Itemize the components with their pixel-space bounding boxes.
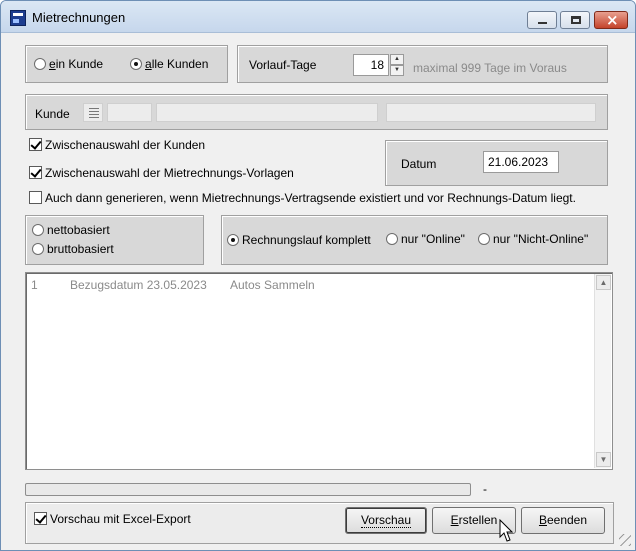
radio-net-basis-label[interactable]: nettobasiert — [47, 223, 110, 237]
excel-export-label[interactable]: Vorschau mit Excel-Export — [50, 512, 191, 526]
select-customers-checkbox[interactable] — [29, 138, 42, 151]
lead-days-panel: Vorlauf-Tage 18 ▲ ▼ maximal 999 Tage im … — [237, 45, 608, 83]
select-customers-label[interactable]: Zwischenauswahl der Kunden — [45, 138, 205, 152]
preview-button[interactable]: Vorschau — [345, 507, 427, 534]
radio-net-basis[interactable] — [32, 224, 44, 236]
invoice-run-panel: Rechnungslauf komplett nur "Online" nur … — [221, 215, 608, 265]
radio-run-online[interactable] — [386, 233, 398, 245]
excel-export-checkbox[interactable] — [34, 512, 47, 525]
select-templates-label[interactable]: Zwischenauswahl der Mietrechnungs-Vorlag… — [45, 166, 294, 180]
radio-all-customers[interactable] — [130, 58, 142, 70]
customer-row-panel: Kunde — [25, 94, 608, 130]
generate-anyway-checkbox[interactable] — [29, 191, 42, 204]
lead-days-label: Vorlauf-Tage — [249, 58, 317, 72]
scroll-down-arrow-icon[interactable]: ▼ — [596, 452, 611, 467]
maximize-icon — [571, 16, 581, 24]
close-button[interactable]: × — [594, 11, 628, 29]
customer-lookup-button[interactable] — [83, 103, 103, 122]
window-title: Mietrechnungen — [32, 10, 126, 25]
list-item-date: Bezugsdatum 23.05.2023 — [70, 278, 207, 292]
radio-run-complete[interactable] — [227, 234, 239, 246]
maximize-button[interactable] — [560, 11, 590, 29]
progress-label: - — [483, 482, 487, 496]
lead-days-up-button[interactable]: ▲ — [390, 54, 404, 65]
radio-run-complete-label[interactable]: Rechnungslauf komplett — [242, 233, 371, 247]
lead-days-hint: maximal 999 Tage im Voraus — [413, 61, 567, 75]
radio-all-customers-label[interactable]: alle Kunden — [145, 57, 208, 71]
window: Mietrechnungen × ein Kunde alle Kunden V… — [0, 0, 636, 551]
radio-gross-basis[interactable] — [32, 243, 44, 255]
price-basis-panel: nettobasiert bruttobasiert — [25, 215, 204, 265]
radio-one-customer-label[interactable]: ein Kunde — [49, 57, 103, 71]
radio-run-offline[interactable] — [478, 233, 490, 245]
list-item-name: Autos Sammeln — [230, 278, 315, 292]
date-label: Datum — [401, 157, 437, 171]
customer-label: Kunde — [35, 107, 70, 121]
radio-run-online-label[interactable]: nur "Online" — [401, 232, 465, 246]
progress-bar — [25, 483, 471, 496]
customer-scope-panel: ein Kunde alle Kunden — [25, 45, 228, 83]
lead-days-input[interactable]: 18 — [353, 54, 389, 76]
template-list[interactable]: 1 Bezugsdatum 23.05.2023 Autos Sammeln ▲… — [25, 272, 613, 470]
select-templates-checkbox[interactable] — [29, 166, 42, 179]
radio-gross-basis-label[interactable]: bruttobasiert — [47, 242, 114, 256]
close-icon: × — [606, 11, 619, 29]
list-scrollbar[interactable]: ▲ ▼ — [594, 274, 611, 468]
list-item-number: 1 — [31, 278, 38, 292]
list-item[interactable]: 1 Bezugsdatum 23.05.2023 Autos Sammeln — [31, 278, 591, 294]
radio-one-customer[interactable] — [34, 58, 46, 70]
customer-number-field[interactable] — [107, 103, 152, 122]
scroll-up-arrow-icon[interactable]: ▲ — [596, 275, 611, 290]
customer-name-field[interactable] — [156, 103, 378, 122]
date-panel: Datum 21.06.2023 — [385, 140, 608, 186]
resize-grip-icon[interactable] — [619, 534, 631, 546]
generate-anyway-label[interactable]: Auch dann generieren, wenn Mietrechnungs… — [45, 191, 576, 205]
radio-run-offline-label[interactable]: nur "Nicht-Online" — [493, 232, 588, 246]
minimize-button[interactable] — [527, 11, 557, 29]
date-input[interactable]: 21.06.2023 — [483, 151, 559, 173]
app-icon[interactable] — [10, 10, 26, 26]
list-icon — [89, 108, 99, 118]
title-bar[interactable]: Mietrechnungen × — [1, 1, 635, 33]
minimize-icon — [538, 22, 547, 24]
mouse-cursor-icon — [499, 519, 513, 542]
quit-button[interactable]: Beenden — [521, 507, 605, 534]
lead-days-down-button[interactable]: ▼ — [390, 65, 404, 76]
customer-extra-field[interactable] — [386, 103, 596, 122]
